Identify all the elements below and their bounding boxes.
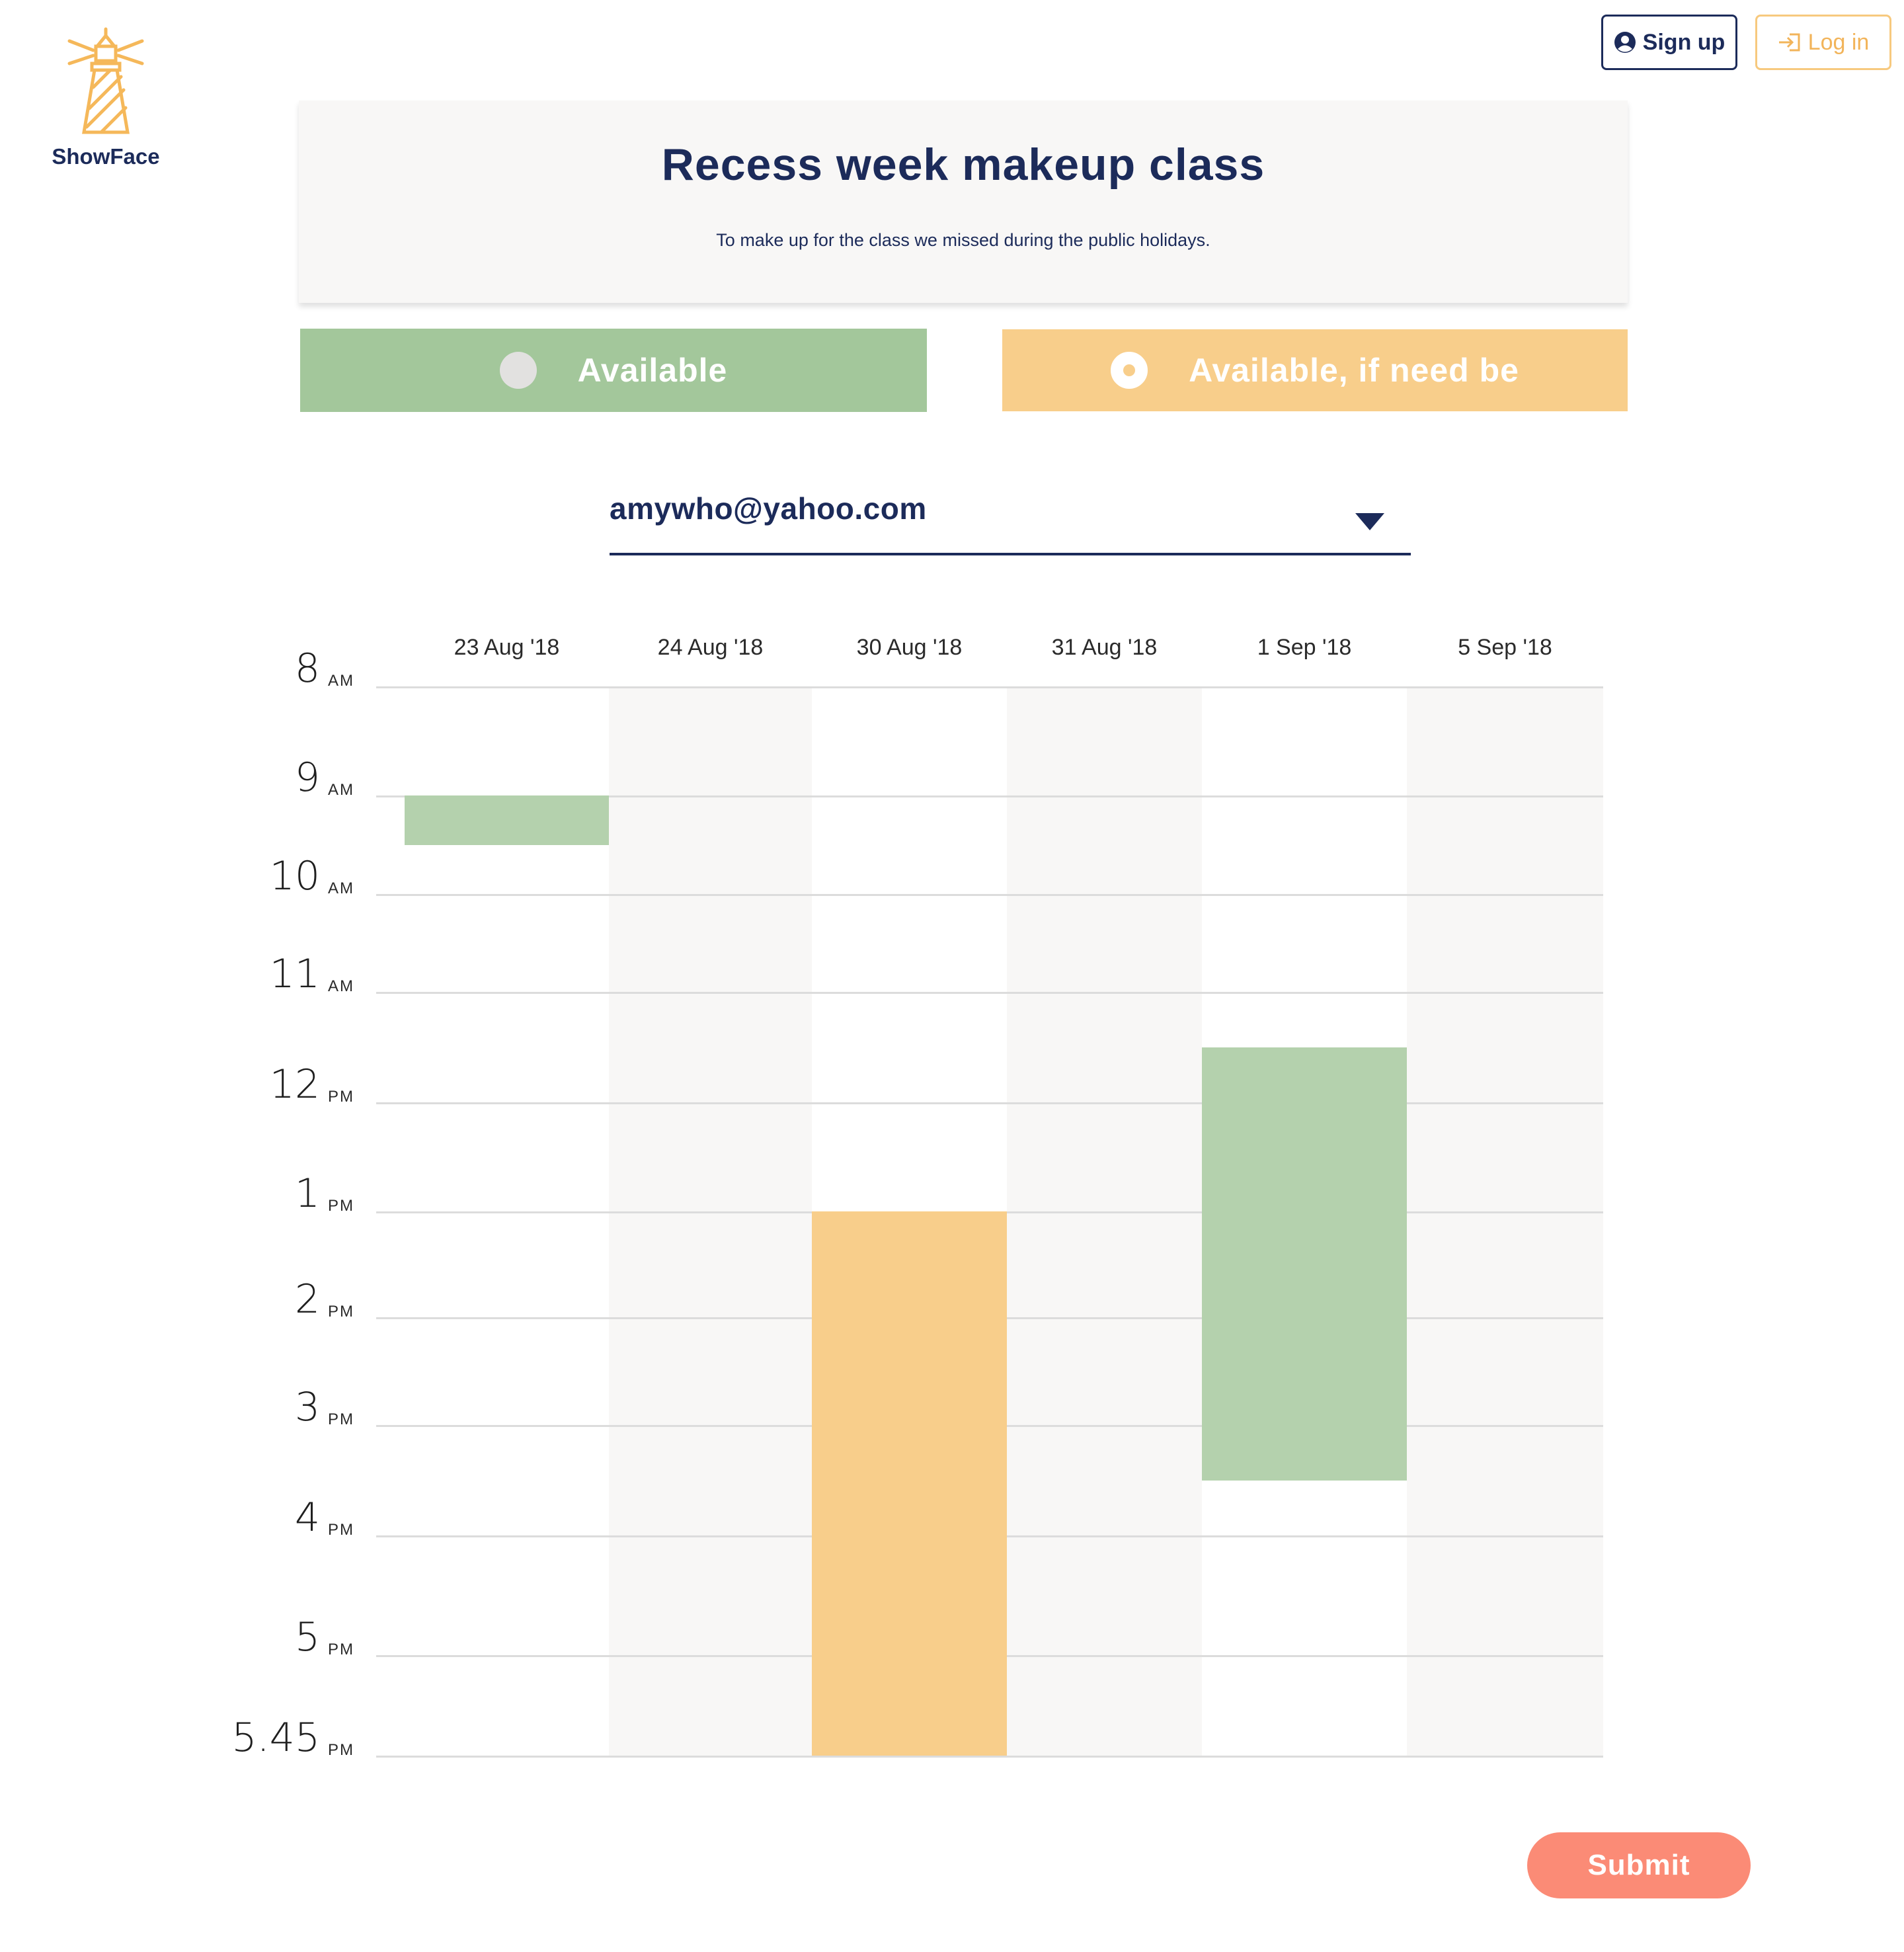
mode-if-need-be-label: Available, if need be xyxy=(1189,352,1519,389)
hour-label: 8 xyxy=(294,645,320,692)
hour-label: 5.45 xyxy=(231,1715,320,1761)
hour-gridline xyxy=(376,894,1603,896)
user-email-select[interactable]: amywho@yahoo.com xyxy=(610,483,1411,555)
submit-label: Submit xyxy=(1587,1849,1690,1881)
availability-slot[interactable] xyxy=(405,795,609,845)
user-email-value: amywho@yahoo.com xyxy=(610,491,927,526)
mode-available-label: Available xyxy=(577,352,728,389)
radio-selected-icon xyxy=(1111,352,1148,389)
hour-label: 9 xyxy=(294,754,320,801)
log-in-button[interactable]: Log in xyxy=(1755,15,1891,70)
lighthouse-icon xyxy=(67,27,144,134)
period-label: PM xyxy=(328,1197,354,1215)
day-column-shade xyxy=(609,686,812,1758)
hour-label: 4 xyxy=(294,1494,320,1541)
hour-label: 11 xyxy=(269,951,320,997)
event-header-card: Recess week makeup class To make up for … xyxy=(299,101,1628,303)
period-label: PM xyxy=(328,1303,354,1321)
hour-label: 5 xyxy=(294,1614,320,1660)
sign-up-label: Sign up xyxy=(1642,29,1726,55)
event-description: To make up for the class we missed durin… xyxy=(716,230,1210,250)
submit-button[interactable]: Submit xyxy=(1527,1832,1751,1898)
period-label: PM xyxy=(328,1741,354,1759)
mode-available-button[interactable]: Available xyxy=(300,329,927,412)
period-label: PM xyxy=(328,1410,354,1428)
period-label: PM xyxy=(328,1521,354,1539)
date-header: 1 Sep '18 xyxy=(1257,635,1352,660)
date-header: 5 Sep '18 xyxy=(1458,635,1552,660)
period-label: AM xyxy=(328,781,354,799)
period-label: AM xyxy=(328,672,354,690)
hour-gridline xyxy=(376,1102,1603,1104)
if-need-be-slot[interactable] xyxy=(812,1211,1007,1756)
period-label: AM xyxy=(328,879,354,897)
hour-label: 1 xyxy=(294,1170,320,1217)
hour-gridline xyxy=(376,686,1603,688)
mode-if-need-be-button[interactable]: Available, if need be xyxy=(1002,329,1628,411)
radio-unselected-icon xyxy=(499,352,537,389)
date-header: 23 Aug '18 xyxy=(454,635,560,660)
hour-label: 12 xyxy=(269,1061,320,1108)
date-header: 31 Aug '18 xyxy=(1051,635,1158,660)
event-title: Recess week makeup class xyxy=(661,140,1265,190)
user-circle-icon xyxy=(1614,32,1636,53)
hour-gridline xyxy=(376,1756,1603,1758)
hour-label: 10 xyxy=(269,853,320,899)
period-label: PM xyxy=(328,1088,354,1106)
chevron-down-icon[interactable] xyxy=(1355,513,1384,530)
period-label: AM xyxy=(328,977,354,995)
date-header: 30 Aug '18 xyxy=(856,635,963,660)
day-column-shade xyxy=(1407,686,1603,1758)
hour-label: 2 xyxy=(294,1276,320,1322)
availability-slot[interactable] xyxy=(1202,1047,1407,1481)
log-in-label: Log in xyxy=(1807,29,1870,55)
period-label: PM xyxy=(328,1641,354,1658)
brand-name: ShowFace xyxy=(52,144,160,169)
hour-gridline xyxy=(376,992,1603,994)
date-header: 24 Aug '18 xyxy=(657,635,764,660)
day-column-shade xyxy=(1007,686,1202,1758)
sign-in-icon xyxy=(1778,33,1800,52)
hour-label: 3 xyxy=(294,1384,320,1430)
sign-up-button[interactable]: Sign up xyxy=(1601,15,1737,70)
